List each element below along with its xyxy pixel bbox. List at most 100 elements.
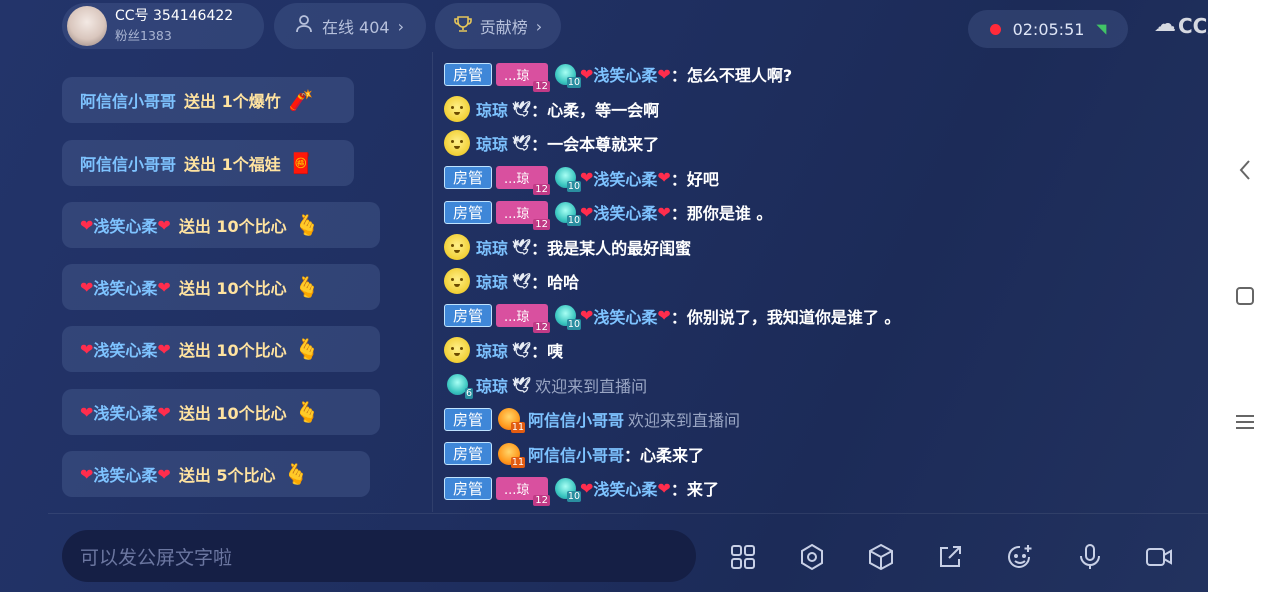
gift-sender[interactable]: 阿信信小哥哥 (80, 88, 176, 112)
gift-sender[interactable]: 浅笑心柔 (93, 400, 157, 424)
chat-message: 琼琼 🕊：哈哈 (444, 264, 1204, 299)
gift-action: 送出 10个比心 (178, 341, 287, 360)
chat-username[interactable]: 浅笑心柔 (593, 62, 657, 86)
chat-username[interactable]: 琼琼 (476, 269, 508, 293)
message-text: 心柔来了 (640, 445, 705, 465)
level-badge-icon: 10 (552, 304, 581, 330)
chat-message: 琼琼 🕊：一会本尊就来了 (444, 126, 1204, 161)
settings-icon[interactable] (795, 540, 829, 574)
fan-badge: ...琼 12 (496, 200, 550, 230)
admin-badge: 房管 (444, 166, 492, 190)
heart-icon: ❤ (157, 215, 171, 235)
gift-icon: 🧧 (288, 151, 314, 175)
gift-sender[interactable]: 浅笑心柔 (93, 213, 157, 237)
host-avatar[interactable] (67, 6, 107, 46)
admin-badge: 房管 (444, 200, 492, 224)
chat-message: 房管 ...琼 12 10 ❤ 浅笑心柔 ❤：来了 (444, 471, 1204, 506)
gift-action: 送出 1个爆竹 (184, 92, 281, 111)
cc-logo-text: CC直播 (1178, 14, 1208, 38)
chat-message: 房管 11 阿信信小哥哥：心柔来了 (444, 437, 1204, 472)
dove-icon: 🕊 (512, 99, 532, 118)
chat-username[interactable]: 浅笑心柔 (593, 166, 657, 190)
separator: ： (531, 100, 548, 120)
message-text: 好吧 (686, 169, 719, 189)
chat-username[interactable]: 浅笑心柔 (593, 200, 657, 224)
chevron-right-icon: › (535, 16, 543, 36)
chat-username[interactable]: 浅笑心柔 (593, 476, 657, 500)
gift-sender[interactable]: 浅笑心柔 (93, 462, 157, 486)
chat-username[interactable]: 琼琼 (476, 235, 508, 259)
gift-icon: 🧨 (288, 88, 314, 112)
message-text: 那你是谁 。 (686, 204, 773, 224)
user-level: 11 (510, 422, 525, 434)
user-level: 11 (510, 456, 525, 468)
online-count: 在线 404 (321, 18, 390, 37)
heart-icon: ❤ (580, 168, 594, 188)
message-text: 来了 (686, 480, 719, 500)
level-badge-icon: 10 (552, 476, 581, 503)
emoji-icon[interactable] (1003, 540, 1037, 574)
separator: ： (670, 480, 687, 500)
chat-username[interactable]: 琼琼 (476, 97, 508, 121)
menu-icon[interactable] (1230, 407, 1260, 437)
separator: ： (531, 238, 548, 258)
welcome-text: 欢迎来到直播间 (628, 411, 741, 431)
user-icon (296, 15, 312, 37)
mic-icon[interactable] (1073, 540, 1107, 574)
user-level: 10 (566, 77, 581, 89)
chat-list[interactable]: 房管 ...琼 12 10 ❤ 浅笑心柔 ❤：怎么不理人啊? 琼琼 🕊：心柔，等一会啊 琼琼 🕊：一… (444, 57, 1204, 506)
separator: ： (670, 66, 687, 86)
gift-action: 送出 10个比心 (178, 404, 287, 423)
contribution-rank-button[interactable]: 贡献榜 › (435, 3, 561, 49)
welcome-text: 欢迎来到直播间 (535, 376, 648, 396)
heart-icon: ❤ (657, 478, 671, 498)
camera-icon[interactable] (1142, 540, 1176, 574)
chat-username[interactable]: 琼琼 (476, 373, 508, 397)
fan-badge-label: ...琼 (504, 482, 530, 498)
heart-icon: ❤ (157, 277, 171, 297)
level-badge-icon: 11 (496, 407, 525, 434)
gift-sender[interactable]: 阿信信小哥哥 (80, 151, 176, 175)
gift-sender[interactable]: 浅笑心柔 (93, 275, 157, 299)
admin-badge: 房管 (444, 442, 492, 466)
cc-logo: ☁ CC直播 (1154, 10, 1208, 39)
online-count-button[interactable]: 在线 404 › (274, 3, 426, 49)
emoji-face-icon (444, 268, 470, 295)
user-level: 10 (566, 180, 581, 192)
gift-action: 送出 5个比心 (178, 466, 276, 485)
chat-username[interactable]: 浅笑心柔 (593, 304, 657, 328)
chat-username[interactable]: 琼琼 (476, 131, 508, 155)
chat-username[interactable]: 琼琼 (476, 338, 508, 362)
share-icon[interactable] (933, 540, 967, 574)
back-icon[interactable] (1230, 155, 1260, 185)
separator: ： (531, 273, 548, 293)
gift-icon: 🫰 (294, 213, 320, 237)
chat-message: 6 琼琼 🕊 欢迎来到直播间 (444, 368, 1204, 403)
heart-icon: ❤ (80, 277, 94, 297)
separator: ： (531, 342, 548, 362)
grid-icon[interactable] (726, 540, 760, 574)
user-level: 10 (566, 215, 581, 227)
gift-card: ❤ 浅笑心柔 ❤ 送出 10个比心 🫰 (62, 264, 380, 310)
home-icon[interactable] (1230, 281, 1260, 311)
gift-action: 送出 10个比心 (178, 217, 287, 236)
message-text: 你别说了，我知道你是谁了 。 (686, 307, 901, 327)
gift-icon: 🫰 (294, 337, 320, 361)
chat-input[interactable]: 可以发公屏文字啦 (62, 530, 696, 582)
gift-icon: 🫰 (283, 462, 309, 486)
chat-username[interactable]: 阿信信小哥哥 (528, 407, 624, 431)
fan-badge-label: ...琼 (504, 310, 530, 326)
gift-card: 阿信信小哥哥 送出 1个福娃 🧧 (62, 140, 354, 186)
cube-icon[interactable] (864, 540, 898, 574)
chat-username[interactable]: 阿信信小哥哥 (528, 442, 624, 466)
heart-icon: ❤ (657, 306, 671, 326)
gift-card: ❤ 浅笑心柔 ❤ 送出 10个比心 🫰 (62, 326, 380, 372)
gift-sender[interactable]: 浅笑心柔 (93, 337, 157, 361)
chat-message: 房管 ...琼 12 10 ❤ 浅笑心柔 ❤：好吧 (444, 161, 1204, 196)
fan-level: 12 (533, 80, 550, 92)
separator: ： (531, 135, 548, 155)
host-info-pill[interactable]: CC号 354146422 粉丝1383 (62, 3, 264, 49)
signal-icon: ◥ (1096, 21, 1107, 37)
dove-icon: 🕊 (512, 134, 532, 153)
heart-icon: ❤ (80, 402, 94, 422)
